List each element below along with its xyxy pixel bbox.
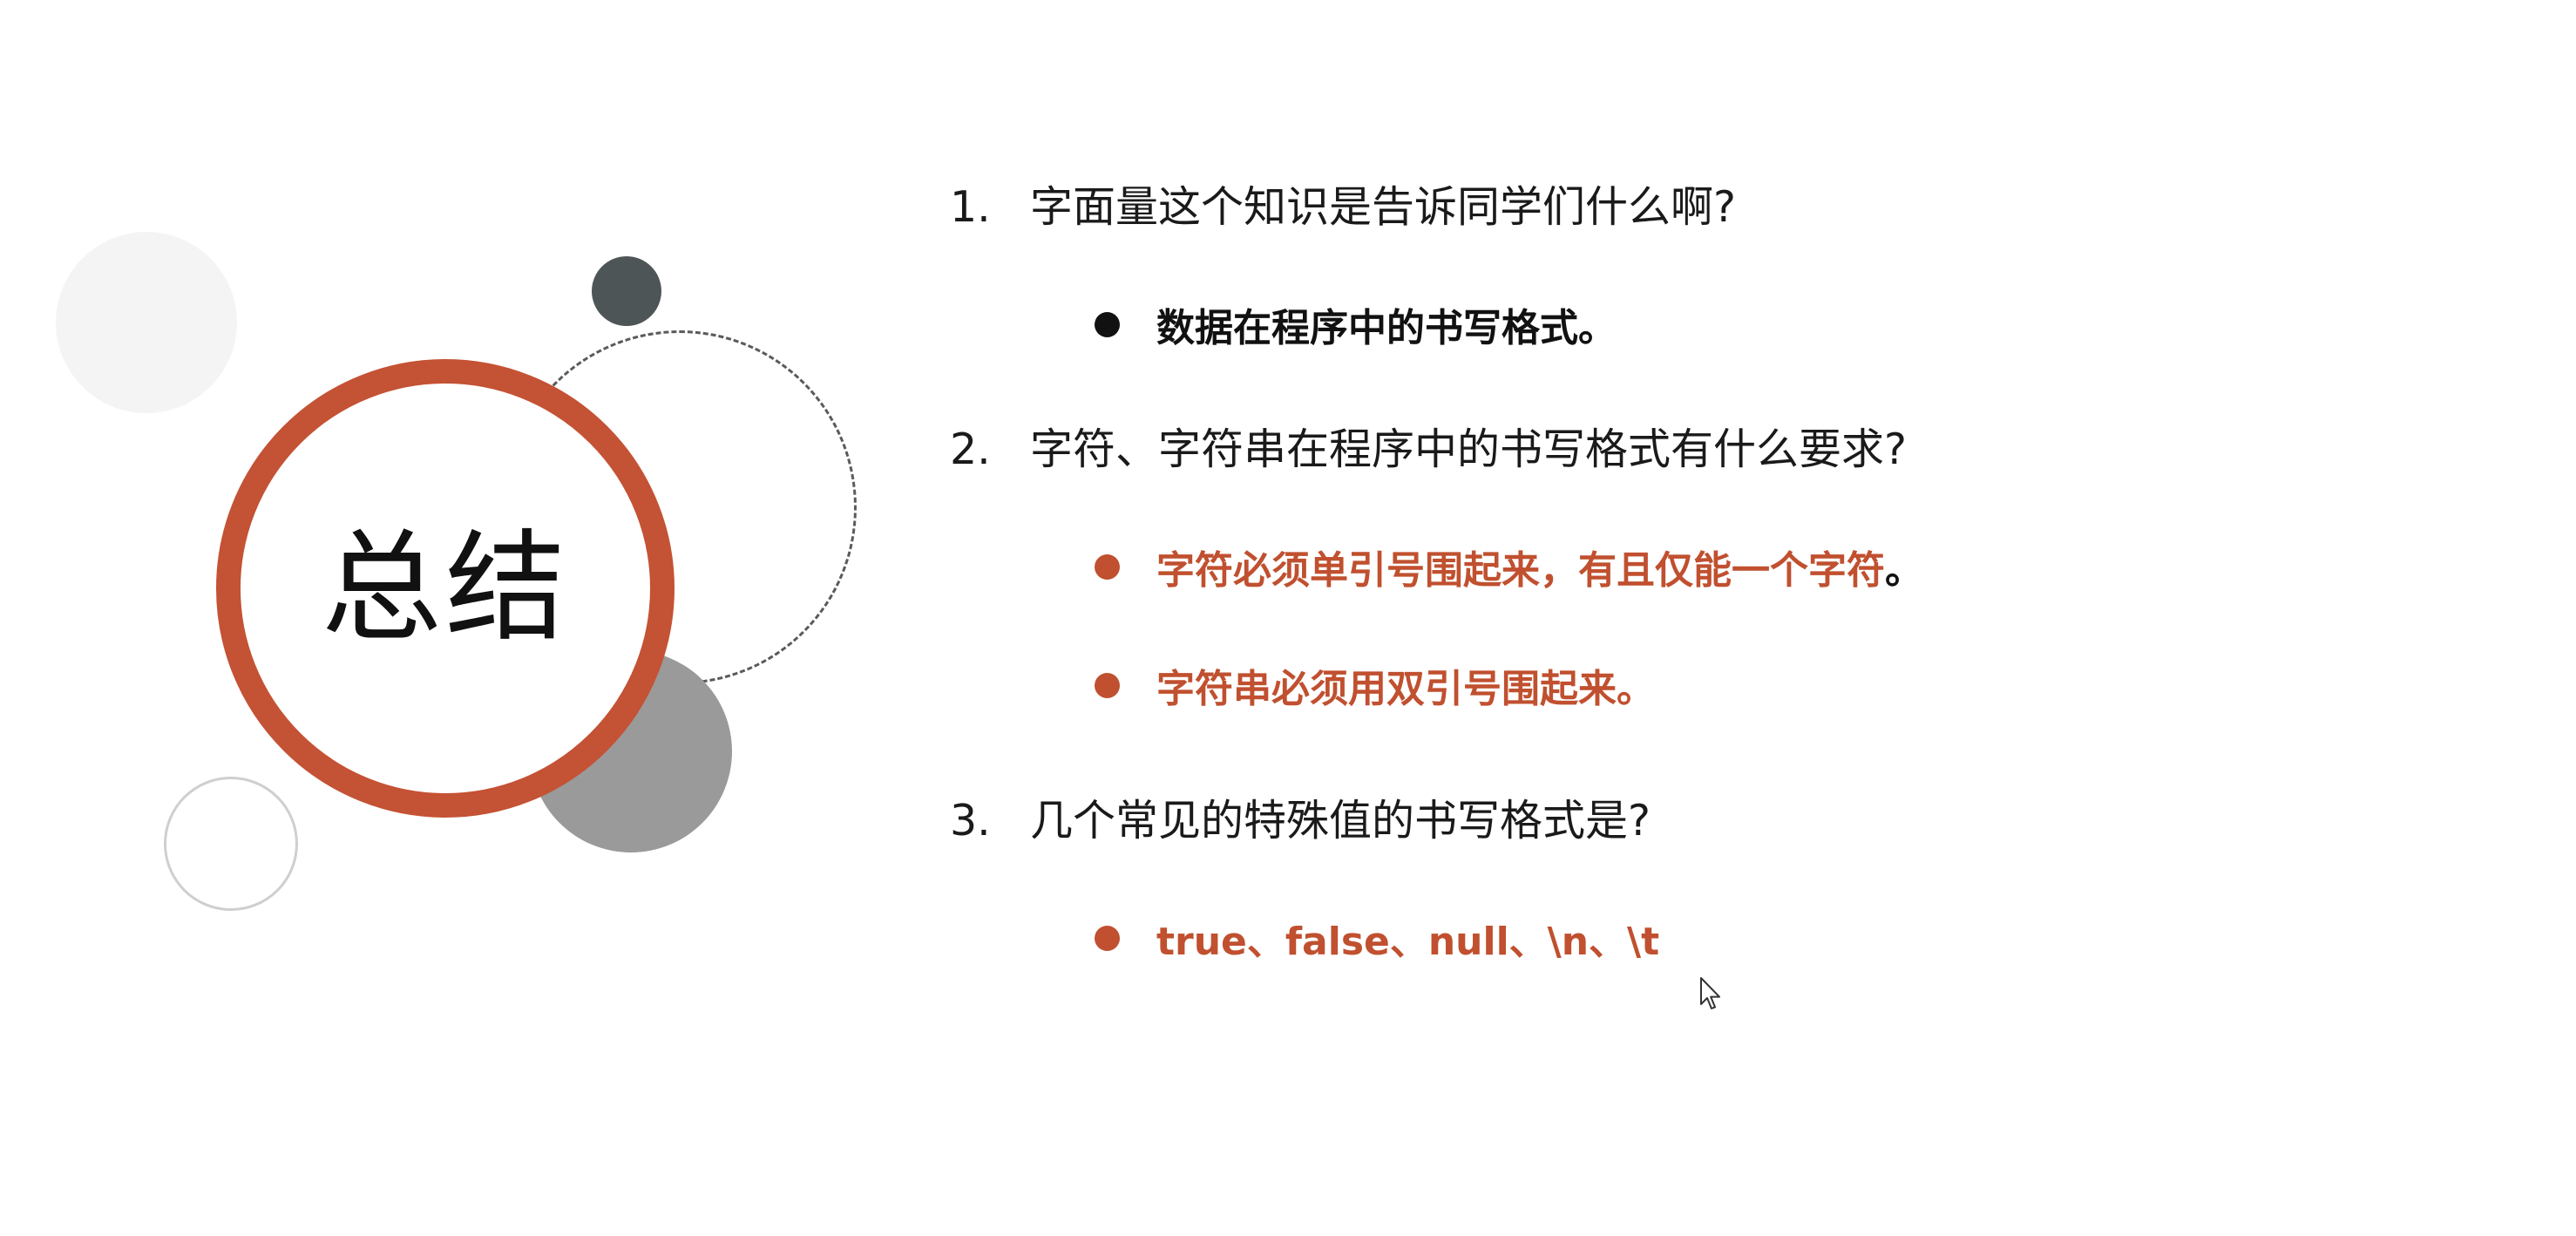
- bullet-icon: [1095, 311, 1120, 337]
- question-number: 1.: [950, 182, 991, 232]
- slide-title: 总结: [321, 518, 569, 658]
- answer-text: 数据在程序中的书写格式。: [1156, 306, 1617, 350]
- answer-tail: 。: [1885, 548, 1923, 593]
- bullet-icon: [1095, 553, 1120, 580]
- decorative-light-circle: [56, 232, 237, 413]
- question-number: 2.: [950, 424, 991, 474]
- answer-2-2: 字符串必须用双引号围起来。: [1095, 657, 1655, 713]
- answer-2-1: 字符必须单引号围起来，有且仅能一个字符。: [1095, 539, 1923, 594]
- question-text: 几个常见的特殊值的书写格式是?: [1030, 796, 1651, 846]
- bullet-icon: [1095, 672, 1120, 698]
- question-3: 3. 几个常见的特殊值的书写格式是?: [950, 786, 1651, 848]
- question-text: 字面量这个知识是告诉同学们什么啊?: [1030, 182, 1737, 232]
- mouse-cursor-icon: [1700, 977, 1720, 1009]
- answer-text: 字符必须单引号围起来，有且仅能一个字符: [1156, 548, 1885, 593]
- question-number: 3.: [950, 796, 991, 846]
- answer-1-1: 数据在程序中的书写格式。: [1095, 296, 1617, 352]
- answer-text: 字符串必须用双引号围起来。: [1156, 667, 1655, 711]
- question-2: 2. 字符、字符串在程序中的书写格式有什么要求?: [950, 415, 1907, 477]
- question-1: 1. 字面量这个知识是告诉同学们什么啊?: [950, 173, 1736, 234]
- decorative-outline-circle: [164, 777, 298, 911]
- answer-3-1: true、false、null、\n、\t: [1095, 910, 1659, 966]
- decorative-dark-circle: [592, 256, 661, 326]
- presentation-slide: 总结 1. 字面量这个知识是告诉同学们什么啊? 数据在程序中的书写格式。 2. …: [0, 0, 2576, 1236]
- question-text: 字符、字符串在程序中的书写格式有什么要求?: [1030, 424, 1908, 474]
- summary-list: 1. 字面量这个知识是告诉同学们什么啊? 数据在程序中的书写格式。 2. 字符、…: [950, 0, 2518, 1236]
- title-ring: 总结: [216, 359, 675, 818]
- answer-text: true、false、null、\n、\t: [1156, 920, 1660, 964]
- bullet-icon: [1095, 925, 1120, 951]
